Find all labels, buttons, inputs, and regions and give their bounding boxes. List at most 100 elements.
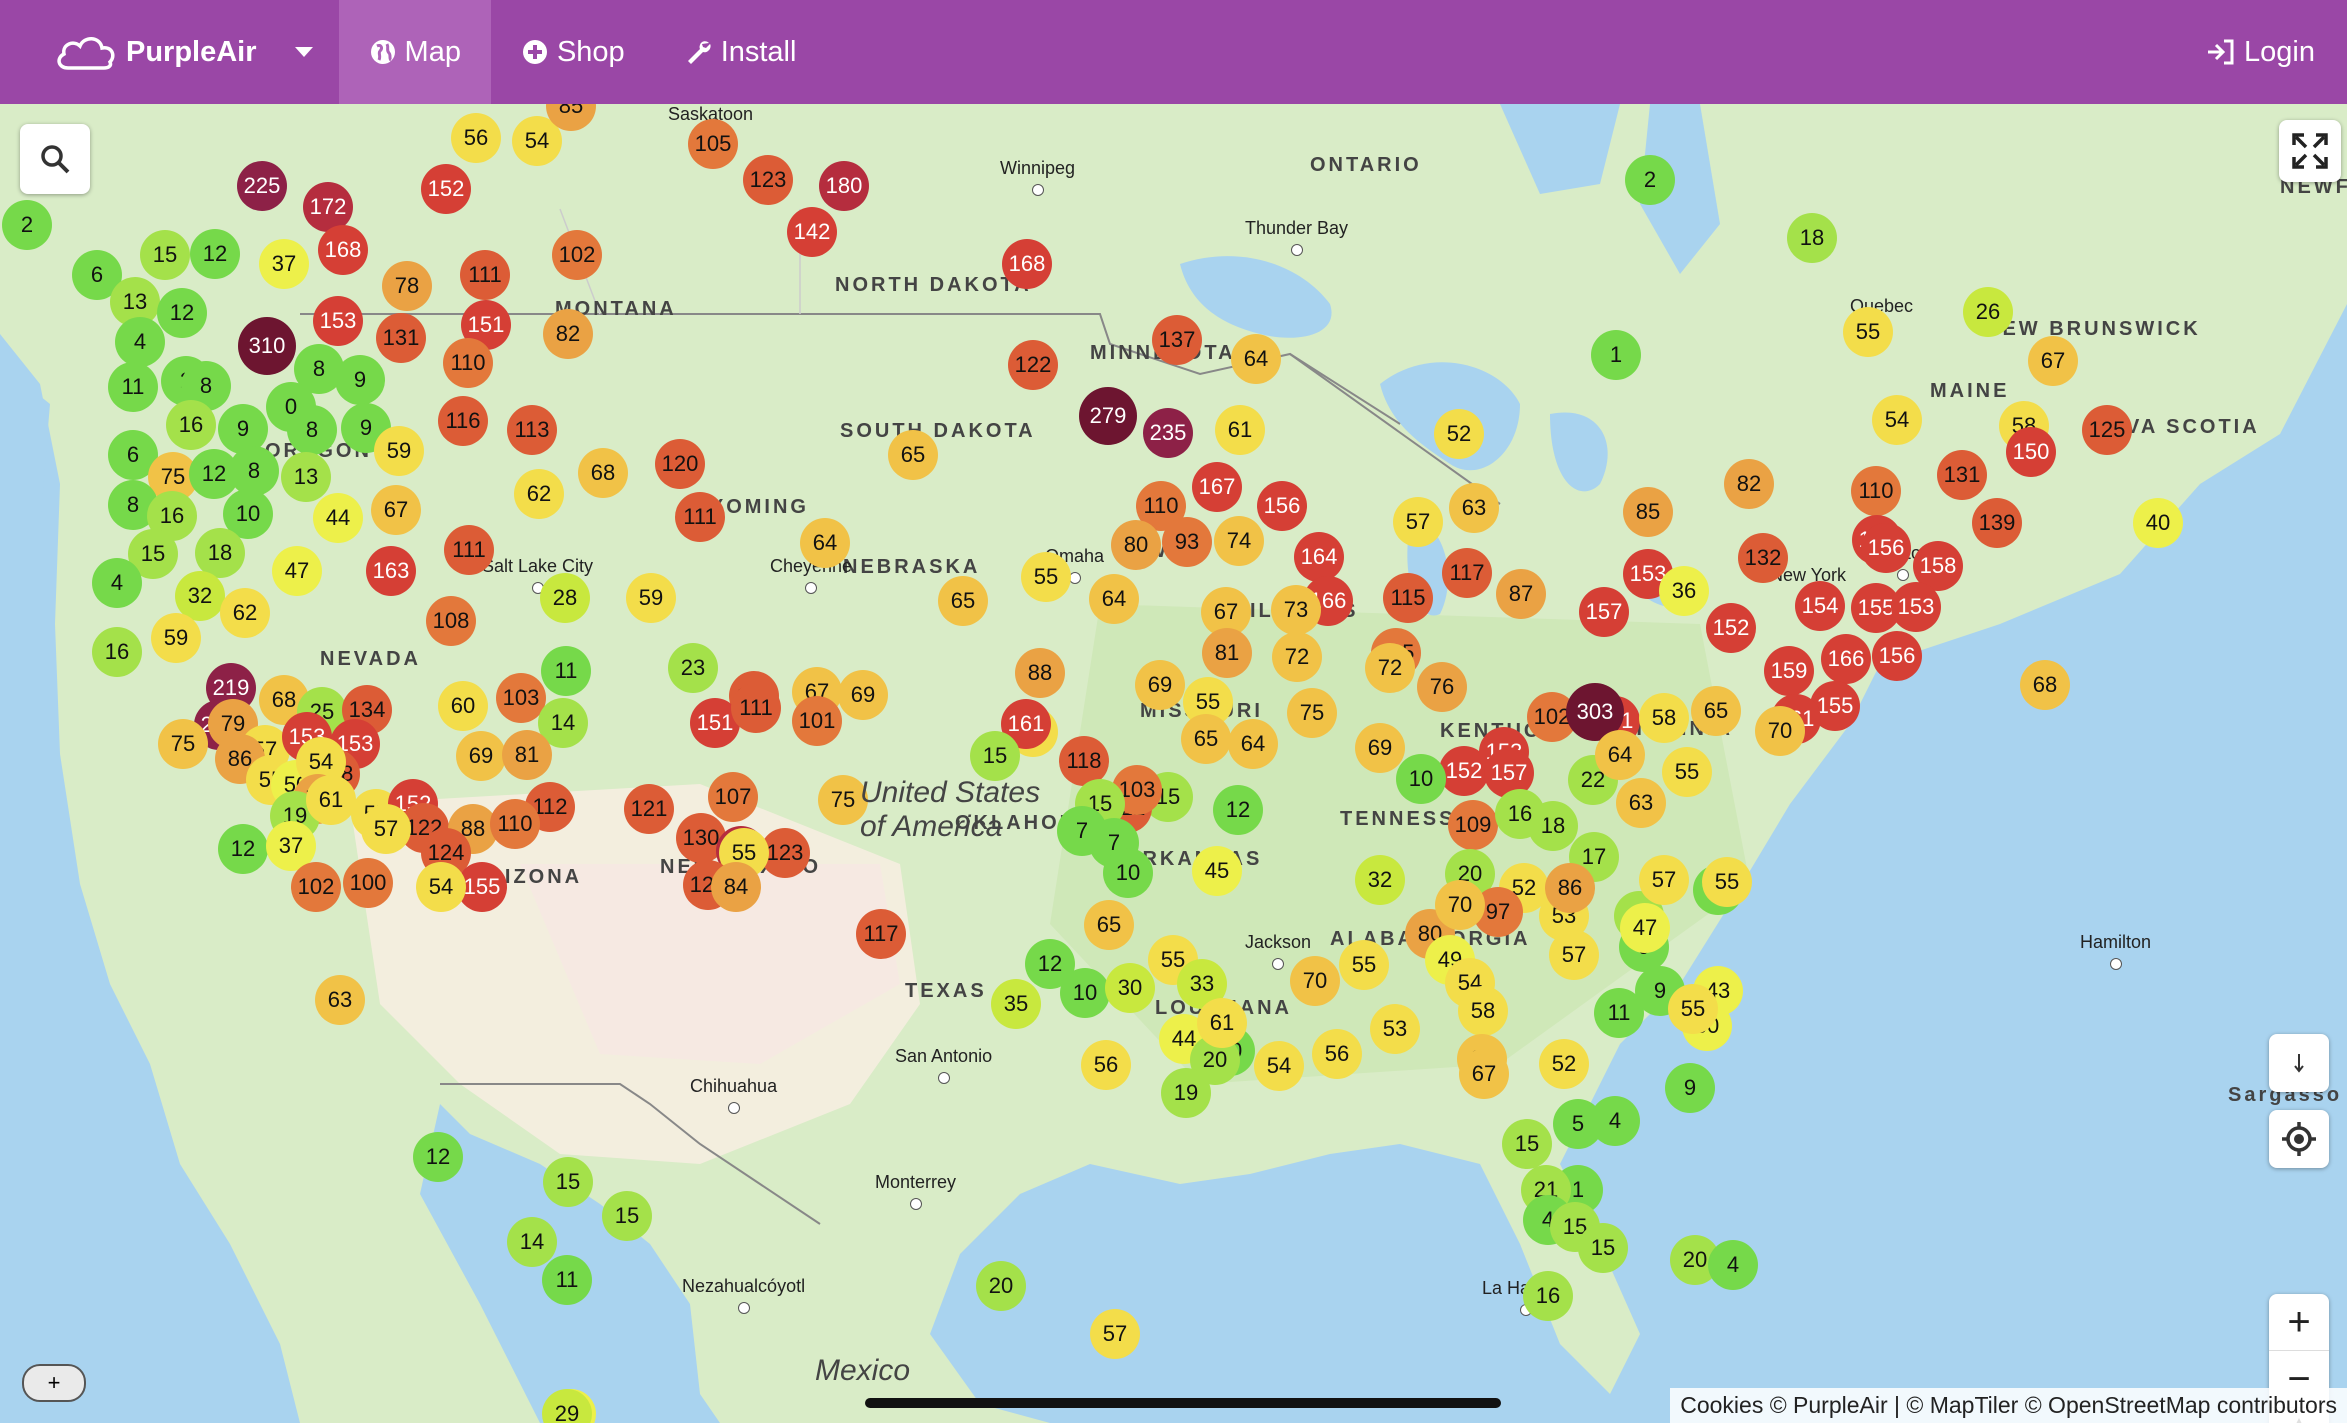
sensor-marker[interactable]: 142: [787, 207, 837, 257]
sensor-marker[interactable]: 58: [1458, 986, 1508, 1036]
sensor-marker[interactable]: 56: [451, 113, 501, 163]
sensor-marker[interactable]: 69: [838, 670, 888, 720]
sensor-marker[interactable]: 117: [1442, 548, 1492, 598]
sensor-marker[interactable]: 12: [157, 288, 207, 338]
sensor-marker[interactable]: 82: [1724, 459, 1774, 509]
sensor-marker[interactable]: 64: [1231, 334, 1281, 384]
sensor-marker[interactable]: 62: [220, 588, 270, 638]
sensor-marker[interactable]: 111: [460, 250, 510, 300]
sensor-marker[interactable]: 8: [229, 446, 279, 496]
sensor-marker[interactable]: 163: [366, 546, 416, 596]
sensor-marker[interactable]: 20: [976, 1261, 1026, 1311]
sensor-marker[interactable]: 156: [1872, 631, 1922, 681]
sensor-marker[interactable]: 47: [272, 546, 322, 596]
sensor-marker[interactable]: 63: [1616, 778, 1666, 828]
sensor-marker[interactable]: 131: [1937, 450, 1987, 500]
sensor-marker[interactable]: 132: [1738, 533, 1788, 583]
sensor-marker[interactable]: 139: [1972, 498, 2022, 548]
sensor-marker[interactable]: 67: [1459, 1049, 1509, 1099]
sensor-marker[interactable]: 81: [1202, 628, 1252, 678]
sensor-marker[interactable]: 63: [1449, 483, 1499, 533]
sensor-marker[interactable]: 110: [490, 799, 540, 849]
sensor-marker[interactable]: 9: [1665, 1063, 1715, 1113]
sensor-marker[interactable]: 152: [1439, 746, 1489, 796]
sensor-marker[interactable]: 1: [1591, 330, 1641, 380]
sensor-marker[interactable]: 52: [1434, 409, 1484, 459]
sensor-marker[interactable]: 58: [1639, 693, 1689, 743]
sensor-marker[interactable]: 81: [502, 730, 552, 780]
sensor-marker[interactable]: 59: [151, 613, 201, 663]
sensor-marker[interactable]: 10: [1396, 754, 1446, 804]
sensor-marker[interactable]: 60: [438, 681, 488, 731]
sensor-marker[interactable]: 16: [92, 627, 142, 677]
sensor-marker[interactable]: 153: [313, 296, 363, 346]
sensor-marker[interactable]: 65: [1181, 714, 1231, 764]
sensor-marker[interactable]: 15: [1502, 1119, 1552, 1169]
sensor-marker[interactable]: 166: [1821, 634, 1871, 684]
sensor-marker[interactable]: 63: [315, 975, 365, 1025]
sensor-marker[interactable]: 4: [1590, 1096, 1640, 1146]
sensor-marker[interactable]: 36: [1659, 566, 1709, 616]
sensor-marker[interactable]: 59: [626, 573, 676, 623]
sensor-marker[interactable]: 16: [166, 400, 216, 450]
sensor-marker[interactable]: 70: [1290, 956, 1340, 1006]
sensor-marker[interactable]: 19: [1161, 1068, 1211, 1118]
sensor-marker[interactable]: 57: [1639, 855, 1689, 905]
sensor-marker[interactable]: 11: [108, 362, 158, 412]
sensor-marker[interactable]: 101: [792, 696, 842, 746]
sensor-marker[interactable]: 69: [1355, 723, 1405, 773]
sensor-marker[interactable]: 73: [1271, 585, 1321, 635]
sensor-marker[interactable]: 157: [1579, 587, 1629, 637]
sensor-marker[interactable]: 69: [456, 731, 506, 781]
expand-panel-button[interactable]: +: [22, 1364, 86, 1402]
sensor-marker[interactable]: 150: [2006, 427, 2056, 477]
sensor-marker[interactable]: 15: [970, 731, 1020, 781]
search-button[interactable]: [20, 124, 90, 194]
sensor-marker[interactable]: 59: [374, 426, 424, 476]
nav-shop[interactable]: Shop: [491, 0, 655, 104]
sensor-marker[interactable]: 53: [1370, 1004, 1420, 1054]
sensor-marker[interactable]: 80: [1111, 520, 1161, 570]
sensor-marker[interactable]: 35: [991, 979, 1041, 1029]
sensor-marker[interactable]: 16: [1495, 789, 1545, 839]
sensor-marker[interactable]: 168: [318, 225, 368, 275]
download-button[interactable]: [2269, 1034, 2329, 1092]
sensor-marker[interactable]: 107: [708, 772, 758, 822]
sensor-marker[interactable]: 16: [1523, 1271, 1573, 1321]
sensor-marker[interactable]: 70: [1755, 706, 1805, 756]
sensor-marker[interactable]: 111: [731, 683, 781, 733]
sensor-marker[interactable]: 115: [1383, 573, 1433, 623]
sensor-marker[interactable]: 123: [743, 155, 793, 205]
sensor-marker[interactable]: 67: [371, 485, 421, 535]
sensor-marker[interactable]: 9: [335, 355, 385, 405]
sensor-marker[interactable]: 69: [1135, 660, 1185, 710]
sensor-marker[interactable]: 37: [259, 239, 309, 289]
sensor-marker[interactable]: 54: [416, 862, 466, 912]
sensor-marker[interactable]: 122: [1008, 340, 1058, 390]
sensor-marker[interactable]: 310: [238, 317, 296, 375]
sensor-marker[interactable]: 65: [1691, 686, 1741, 736]
nav-install[interactable]: Install: [655, 0, 827, 104]
sensor-marker[interactable]: 180: [819, 161, 869, 211]
sensor-marker[interactable]: 55: [1843, 307, 1893, 357]
sensor-marker[interactable]: 100: [343, 858, 393, 908]
sensor-marker[interactable]: 110: [443, 338, 493, 388]
sensor-marker[interactable]: 152: [421, 164, 471, 214]
sensor-marker[interactable]: 168: [1002, 239, 1052, 289]
sensor-marker[interactable]: 152: [1706, 603, 1756, 653]
sensor-marker[interactable]: 75: [1287, 688, 1337, 738]
sensor-marker[interactable]: 11: [542, 1255, 592, 1305]
sensor-marker[interactable]: 32: [1355, 855, 1405, 905]
sensor-marker[interactable]: 4: [1708, 1240, 1758, 1290]
sensor-marker[interactable]: 45: [1192, 846, 1242, 896]
nav-map[interactable]: Map: [338, 0, 491, 104]
brand-dropdown-caret[interactable]: [294, 47, 313, 57]
sensor-marker[interactable]: 55: [1339, 940, 1389, 990]
sensor-marker[interactable]: 54: [1254, 1041, 1304, 1091]
sensor-marker[interactable]: 117: [856, 909, 906, 959]
sensor-marker[interactable]: 55: [1662, 747, 1712, 797]
sensor-marker[interactable]: 68: [578, 448, 628, 498]
sensor-marker[interactable]: 57: [361, 804, 411, 854]
sensor-marker[interactable]: 105: [688, 119, 738, 169]
sensor-marker[interactable]: 57: [1549, 930, 1599, 980]
